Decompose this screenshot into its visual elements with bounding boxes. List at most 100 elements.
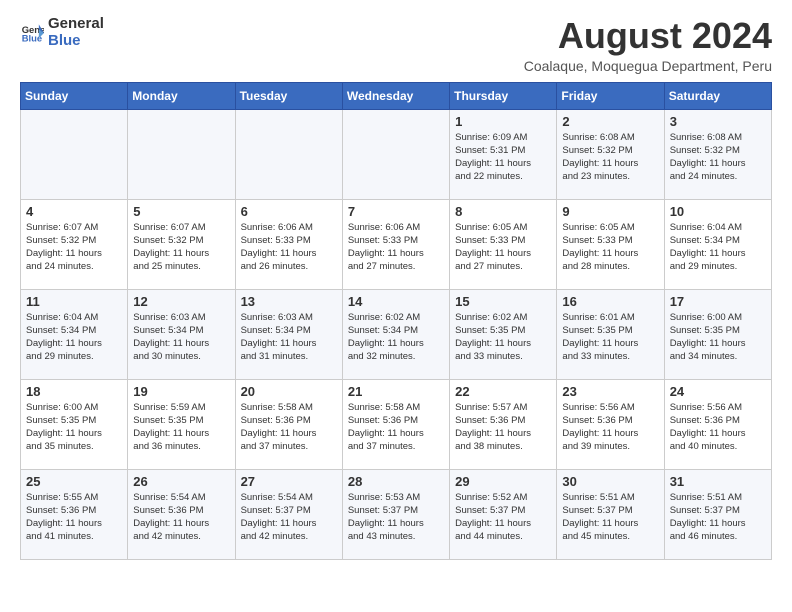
day-info-line: Sunrise: 5:54 AM: [133, 491, 229, 504]
calendar-header: Sunday Monday Tuesday Wednesday Thursday…: [21, 82, 772, 109]
day-info-line: Sunset: 5:31 PM: [455, 144, 551, 157]
calendar-table: Sunday Monday Tuesday Wednesday Thursday…: [20, 82, 772, 560]
day-number: 5: [133, 204, 229, 219]
day-info-line: and 35 minutes.: [26, 440, 122, 453]
day-number: 12: [133, 294, 229, 309]
day-info-line: Daylight: 11 hours: [241, 247, 337, 260]
day-info-line: and 27 minutes.: [455, 260, 551, 273]
day-info-line: and 36 minutes.: [133, 440, 229, 453]
header-row: Sunday Monday Tuesday Wednesday Thursday…: [21, 82, 772, 109]
day-number: 2: [562, 114, 658, 129]
day-info-line: Sunset: 5:37 PM: [241, 504, 337, 517]
day-info-line: and 39 minutes.: [562, 440, 658, 453]
day-info-line: Sunrise: 6:08 AM: [562, 131, 658, 144]
day-number: 16: [562, 294, 658, 309]
day-info-line: and 33 minutes.: [455, 350, 551, 363]
cell-w3-d4: 15Sunrise: 6:02 AMSunset: 5:35 PMDayligh…: [450, 289, 557, 379]
day-info-line: Daylight: 11 hours: [670, 247, 766, 260]
cell-w2-d6: 10Sunrise: 6:04 AMSunset: 5:34 PMDayligh…: [664, 199, 771, 289]
day-info-line: and 30 minutes.: [133, 350, 229, 363]
day-info-line: Sunrise: 6:07 AM: [26, 221, 122, 234]
day-info-line: Sunrise: 5:56 AM: [670, 401, 766, 414]
logo-blue-text: Blue: [48, 33, 104, 50]
day-info-line: Daylight: 11 hours: [133, 337, 229, 350]
cell-w2-d2: 6Sunrise: 6:06 AMSunset: 5:33 PMDaylight…: [235, 199, 342, 289]
day-info-line: Daylight: 11 hours: [670, 157, 766, 170]
day-info-line: and 41 minutes.: [26, 530, 122, 543]
day-info-line: Sunset: 5:34 PM: [241, 324, 337, 337]
day-info-line: Sunrise: 6:06 AM: [241, 221, 337, 234]
day-info-line: Daylight: 11 hours: [241, 337, 337, 350]
day-info-line: Sunset: 5:32 PM: [562, 144, 658, 157]
day-info-line: Sunrise: 6:02 AM: [455, 311, 551, 324]
day-info-line: and 24 minutes.: [670, 170, 766, 183]
cell-w1-d2: [235, 109, 342, 199]
day-info-line: and 38 minutes.: [455, 440, 551, 453]
day-info-line: and 45 minutes.: [562, 530, 658, 543]
day-info-line: Sunrise: 6:00 AM: [670, 311, 766, 324]
day-number: 26: [133, 474, 229, 489]
day-info-line: and 25 minutes.: [133, 260, 229, 273]
day-info-line: Daylight: 11 hours: [133, 427, 229, 440]
day-info-line: Sunrise: 6:08 AM: [670, 131, 766, 144]
cell-w5-d4: 29Sunrise: 5:52 AMSunset: 5:37 PMDayligh…: [450, 469, 557, 559]
day-info-line: and 43 minutes.: [348, 530, 444, 543]
cell-w4-d4: 22Sunrise: 5:57 AMSunset: 5:36 PMDayligh…: [450, 379, 557, 469]
day-info-line: Sunrise: 5:51 AM: [562, 491, 658, 504]
day-info-line: Sunrise: 6:05 AM: [562, 221, 658, 234]
day-number: 23: [562, 384, 658, 399]
day-info-line: Daylight: 11 hours: [26, 337, 122, 350]
col-monday: Monday: [128, 82, 235, 109]
day-number: 7: [348, 204, 444, 219]
day-info-line: Daylight: 11 hours: [241, 427, 337, 440]
day-info-line: and 44 minutes.: [455, 530, 551, 543]
cell-w1-d1: [128, 109, 235, 199]
cell-w3-d5: 16Sunrise: 6:01 AMSunset: 5:35 PMDayligh…: [557, 289, 664, 379]
day-info-line: and 40 minutes.: [670, 440, 766, 453]
cell-w4-d5: 23Sunrise: 5:56 AMSunset: 5:36 PMDayligh…: [557, 379, 664, 469]
day-info-line: Sunset: 5:33 PM: [562, 234, 658, 247]
day-number: 18: [26, 384, 122, 399]
day-info-line: and 24 minutes.: [26, 260, 122, 273]
day-info-line: and 42 minutes.: [241, 530, 337, 543]
day-info-line: Sunset: 5:36 PM: [26, 504, 122, 517]
day-info-line: Sunset: 5:35 PM: [26, 414, 122, 427]
day-info-line: and 29 minutes.: [26, 350, 122, 363]
day-info-line: Sunset: 5:36 PM: [348, 414, 444, 427]
col-friday: Friday: [557, 82, 664, 109]
week-row-4: 18Sunrise: 6:00 AMSunset: 5:35 PMDayligh…: [21, 379, 772, 469]
calendar-body: 1Sunrise: 6:09 AMSunset: 5:31 PMDaylight…: [21, 109, 772, 559]
cell-w3-d2: 13Sunrise: 6:03 AMSunset: 5:34 PMDayligh…: [235, 289, 342, 379]
day-info-line: Sunset: 5:32 PM: [670, 144, 766, 157]
day-info-line: Sunset: 5:35 PM: [562, 324, 658, 337]
cell-w5-d6: 31Sunrise: 5:51 AMSunset: 5:37 PMDayligh…: [664, 469, 771, 559]
day-info-line: Sunrise: 5:56 AM: [562, 401, 658, 414]
day-number: 28: [348, 474, 444, 489]
day-info-line: Sunset: 5:37 PM: [562, 504, 658, 517]
day-number: 21: [348, 384, 444, 399]
day-info-line: Sunset: 5:36 PM: [133, 504, 229, 517]
day-info-line: Sunset: 5:36 PM: [455, 414, 551, 427]
day-info-line: Sunset: 5:33 PM: [455, 234, 551, 247]
cell-w2-d5: 9Sunrise: 6:05 AMSunset: 5:33 PMDaylight…: [557, 199, 664, 289]
day-number: 31: [670, 474, 766, 489]
cell-w3-d6: 17Sunrise: 6:00 AMSunset: 5:35 PMDayligh…: [664, 289, 771, 379]
day-info-line: Sunset: 5:34 PM: [348, 324, 444, 337]
day-info-line: Sunrise: 6:05 AM: [455, 221, 551, 234]
day-info-line: Sunset: 5:34 PM: [26, 324, 122, 337]
logo-general-text: General: [48, 16, 104, 33]
day-info-line: and 32 minutes.: [348, 350, 444, 363]
cell-w2-d0: 4Sunrise: 6:07 AMSunset: 5:32 PMDaylight…: [21, 199, 128, 289]
day-info-line: Daylight: 11 hours: [26, 427, 122, 440]
day-info-line: Daylight: 11 hours: [455, 427, 551, 440]
cell-w3-d0: 11Sunrise: 6:04 AMSunset: 5:34 PMDayligh…: [21, 289, 128, 379]
day-info-line: Daylight: 11 hours: [26, 247, 122, 260]
day-number: 15: [455, 294, 551, 309]
day-info-line: Sunrise: 5:57 AM: [455, 401, 551, 414]
cell-w2-d1: 5Sunrise: 6:07 AMSunset: 5:32 PMDaylight…: [128, 199, 235, 289]
day-info-line: Sunset: 5:35 PM: [133, 414, 229, 427]
day-info-line: Sunrise: 5:59 AM: [133, 401, 229, 414]
day-number: 11: [26, 294, 122, 309]
day-info-line: Daylight: 11 hours: [348, 427, 444, 440]
cell-w5-d5: 30Sunrise: 5:51 AMSunset: 5:37 PMDayligh…: [557, 469, 664, 559]
